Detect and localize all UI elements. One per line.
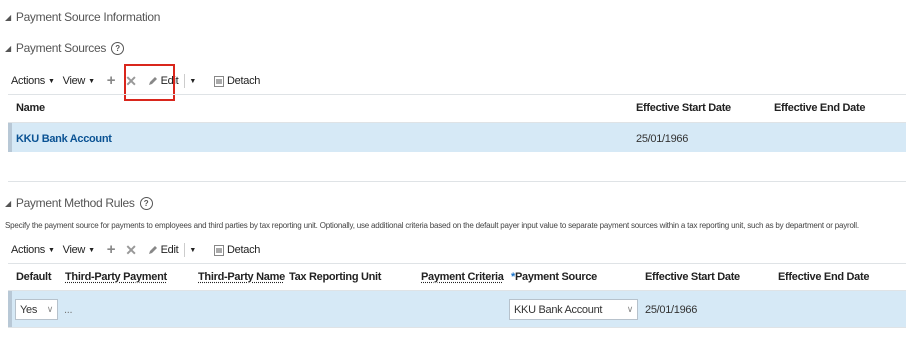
header-title: Payment Source Information [15, 10, 161, 24]
actions-menu[interactable]: Actions ▼ [11, 75, 55, 87]
payment-method-rules-description: Specify the payment source for payments … [5, 221, 859, 230]
view-menu[interactable]: View ▼ [63, 244, 95, 256]
help-icon[interactable]: ? [139, 196, 153, 210]
column-header-effective-start-date[interactable]: Effective Start Date [645, 271, 740, 283]
view-label: View [62, 244, 86, 256]
column-header-tax-reporting-unit[interactable]: Tax Reporting Unit [289, 271, 381, 283]
delete-icon[interactable]: ✕ [125, 243, 137, 257]
help-icon[interactable]: ? [111, 41, 125, 55]
caret-down-icon: ▼ [47, 77, 55, 85]
actions-label: Actions [11, 75, 45, 87]
row-selection-marker [8, 291, 12, 327]
caret-down-icon: ▼ [88, 246, 95, 254]
payment-source-select[interactable]: KKU Bank Account ∨ [509, 299, 638, 320]
table-bottom-border [8, 181, 906, 182]
edit-dropdown-button[interactable]: ▼ [189, 78, 196, 85]
column-header-third-party-name[interactable]: Third-Party Name [198, 271, 285, 283]
detach-button[interactable]: Detach [214, 244, 260, 256]
effective-start-date-cell: 25/01/1966 [636, 133, 689, 145]
edit-label: Edit [160, 244, 179, 256]
pencil-icon [148, 246, 157, 254]
toolbar-divider [184, 243, 186, 257]
caret-down-icon: ▼ [189, 77, 197, 85]
payment-sources-section-header[interactable]: ◢ Payment Sources ? [5, 41, 125, 55]
detach-button[interactable]: Detach [214, 75, 260, 87]
default-select[interactable]: Yes ∨ [15, 299, 58, 320]
table-top-border [8, 263, 906, 264]
add-icon[interactable]: + [107, 242, 116, 257]
payment-source-information-header[interactable]: ◢ Payment Source Information [5, 10, 160, 24]
toolbar-divider [184, 74, 186, 88]
caret-down-icon: ▼ [189, 246, 197, 254]
payment-method-rules-section-header[interactable]: ◢ Payment Method Rules ? [5, 196, 153, 210]
row-selection-marker [8, 123, 12, 152]
detach-icon [214, 75, 225, 87]
collapse-triangle-icon[interactable]: ◢ [5, 199, 11, 208]
collapse-triangle-icon[interactable]: ◢ [5, 13, 11, 22]
effective-start-date-cell: 25/01/1966 [645, 304, 698, 316]
table-row-selected[interactable] [8, 291, 906, 327]
add-icon[interactable]: + [107, 73, 116, 88]
detach-label: Detach [227, 244, 261, 256]
chevron-down-icon: ∨ [626, 304, 634, 314]
column-header-payment-criteria[interactable]: Payment Criteria [421, 271, 504, 283]
default-select-value: Yes [20, 303, 38, 316]
caret-down-icon: ▼ [88, 77, 95, 85]
column-header-effective-end-date[interactable]: Effective End Date [774, 102, 865, 114]
actions-menu[interactable]: Actions ▼ [11, 244, 55, 256]
payment-source-name-link[interactable]: KKU Bank Account [16, 133, 112, 145]
column-header-payment-source[interactable]: *Payment Source [511, 271, 597, 283]
payment-method-rules-toolbar: Actions ▼ View ▼ + ✕ Edit ▼ Detach [11, 242, 260, 258]
actions-label: Actions [11, 244, 45, 256]
edit-highlight-box [124, 64, 175, 101]
payment-source-header-label: Payment Source [514, 271, 597, 283]
table-row-selected[interactable] [8, 123, 906, 152]
column-header-effective-end-date[interactable]: Effective End Date [778, 271, 869, 283]
view-menu[interactable]: View ▼ [63, 75, 95, 87]
payment-method-rules-title: Payment Method Rules [15, 196, 135, 210]
column-header-effective-start-date[interactable]: Effective Start Date [636, 102, 731, 114]
detach-icon [214, 244, 225, 256]
third-party-payment-cell[interactable]: ... [64, 304, 73, 316]
payment-source-select-value: KKU Bank Account [514, 303, 603, 316]
caret-down-icon: ▼ [47, 246, 55, 254]
edit-button[interactable]: Edit [148, 244, 179, 256]
payment-sources-title: Payment Sources [15, 41, 107, 55]
column-header-third-party-payment[interactable]: Third-Party Payment [65, 271, 167, 283]
table-top-border [8, 94, 906, 95]
column-header-default[interactable]: Default [16, 271, 51, 283]
table-bottom-border [8, 327, 906, 328]
edit-dropdown-button[interactable]: ▼ [189, 247, 196, 254]
chevron-down-icon: ∨ [46, 304, 54, 314]
collapse-triangle-icon[interactable]: ◢ [5, 44, 11, 53]
view-label: View [62, 75, 86, 87]
column-header-name[interactable]: Name [16, 102, 45, 114]
detach-label: Detach [227, 75, 261, 87]
